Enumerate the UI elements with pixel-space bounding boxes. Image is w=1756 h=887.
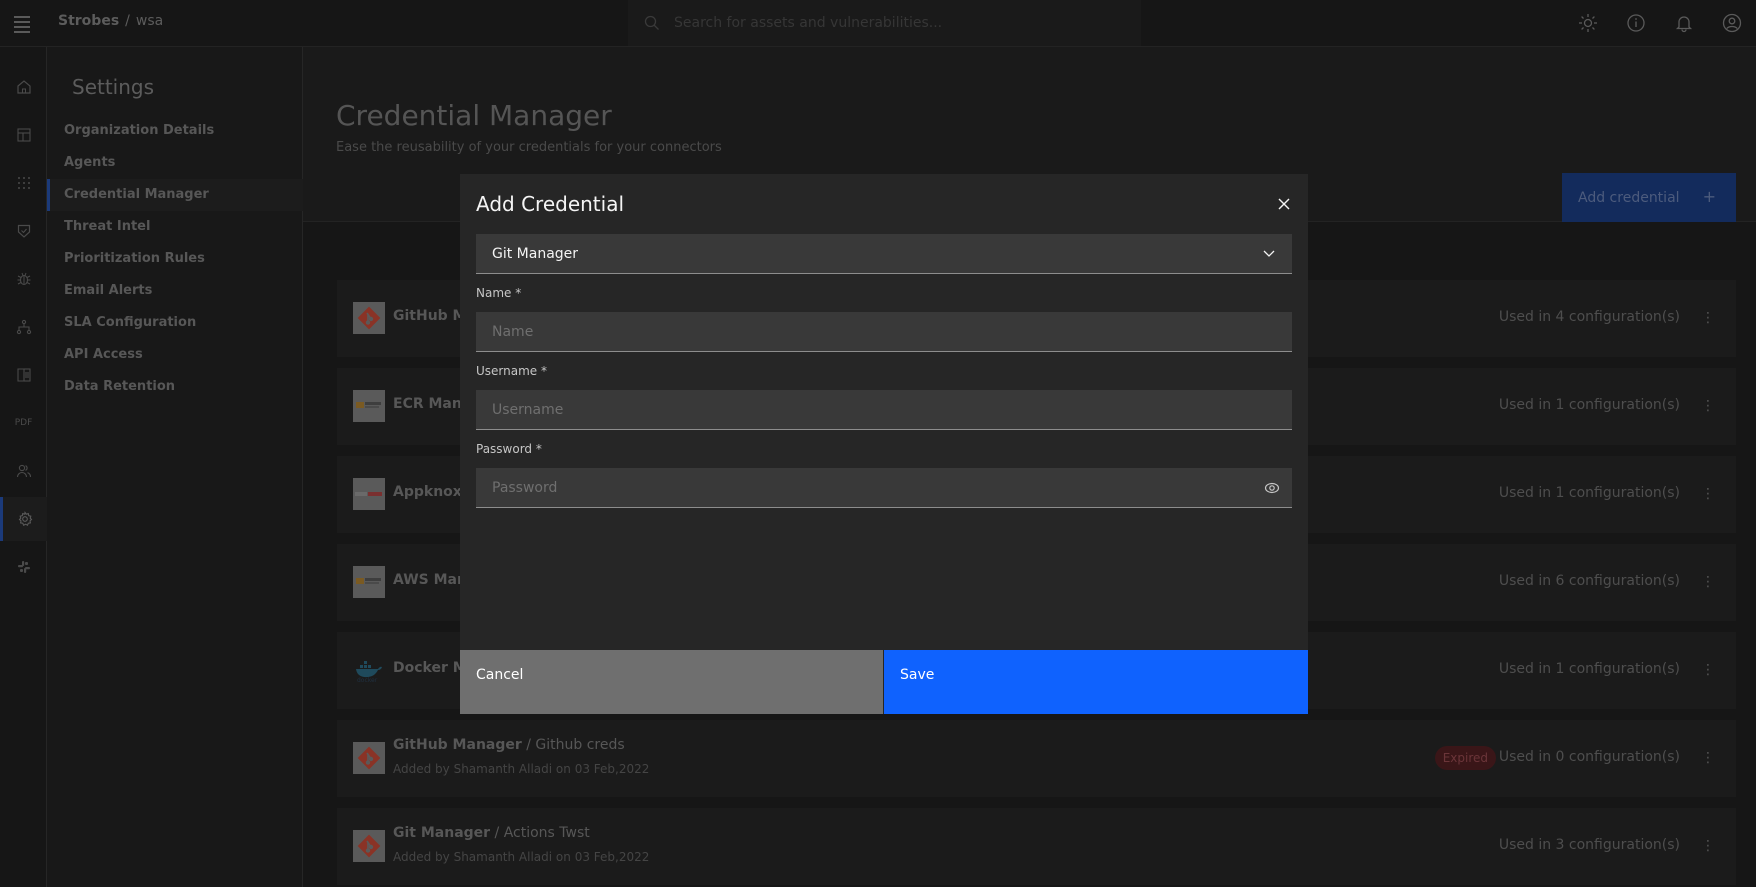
docker-logo-icon: docker bbox=[353, 654, 385, 686]
usage-count: Used in 6 configuration(s) bbox=[1498, 573, 1680, 589]
overflow-menu-icon[interactable]: ⋮ bbox=[1700, 486, 1716, 502]
brand-name[interactable]: Strobes bbox=[58, 13, 119, 29]
icon-rail: PDF bbox=[0, 47, 47, 887]
git-logo-icon bbox=[353, 830, 385, 862]
git-logo-icon bbox=[353, 742, 385, 774]
cancel-button[interactable]: Cancel bbox=[460, 650, 883, 714]
info-icon[interactable] bbox=[1612, 0, 1660, 46]
overflow-menu-icon[interactable]: ⋮ bbox=[1700, 574, 1716, 590]
usage-count: Used in 1 configuration(s) bbox=[1498, 661, 1680, 677]
credential-name: / Github creds bbox=[521, 737, 625, 753]
credential-manager: Git Manager bbox=[393, 825, 491, 841]
credential-type-select[interactable]: Git Manager bbox=[476, 234, 1292, 274]
overflow-menu-icon[interactable]: ⋮ bbox=[1700, 750, 1716, 766]
git-logo-icon bbox=[353, 302, 385, 334]
overflow-menu-icon[interactable]: ⋮ bbox=[1700, 838, 1716, 854]
usage-count: Used in 0 configuration(s) bbox=[1498, 749, 1680, 765]
apps-grid-icon[interactable] bbox=[0, 161, 47, 205]
credential-added-by: Added by Shamanth Alladi on 03 Feb,2022 bbox=[393, 850, 650, 864]
app: Strobes / wsa Search for assets and vuln… bbox=[0, 0, 1756, 887]
username-field bbox=[476, 390, 1292, 430]
credential-manager: GitHub Manager bbox=[393, 737, 522, 753]
settings-gear-icon[interactable] bbox=[0, 497, 47, 541]
home-icon[interactable] bbox=[0, 65, 47, 109]
pdf-icon[interactable]: PDF bbox=[0, 401, 47, 445]
show-password-eye-icon[interactable] bbox=[1264, 480, 1280, 496]
settings-sidebar: Settings Organization Details Agents Cre… bbox=[47, 47, 303, 887]
top-header: Strobes / wsa bbox=[0, 0, 1756, 47]
plus-icon: + bbox=[1702, 187, 1716, 206]
pdf-label: PDF bbox=[14, 418, 33, 428]
page-subtitle: Ease the reusability of your credentials… bbox=[336, 140, 722, 155]
appknox-logo-icon bbox=[353, 478, 385, 510]
search-input[interactable] bbox=[674, 0, 1114, 46]
overflow-menu-icon[interactable]: ⋮ bbox=[1700, 310, 1716, 326]
add-credential-label: Add credential bbox=[1578, 189, 1680, 206]
usage-count: Used in 3 configuration(s) bbox=[1498, 837, 1680, 853]
credential-card[interactable]: Git Manager / Actions Twst Added by Shama… bbox=[337, 808, 1736, 885]
global-search bbox=[628, 0, 1141, 46]
usage-count: Used in 1 configuration(s) bbox=[1498, 397, 1680, 413]
dashboard-icon[interactable] bbox=[0, 113, 47, 157]
usage-count: Used in 4 configuration(s) bbox=[1498, 309, 1680, 325]
password-field bbox=[476, 468, 1292, 508]
sidebar-item-sla-configuration[interactable]: SLA Configuration bbox=[47, 307, 303, 339]
breadcrumb-separator: / bbox=[125, 13, 130, 29]
sidebar-item-prioritization-rules[interactable]: Prioritization Rules bbox=[47, 243, 303, 275]
sidebar-item-credential-manager[interactable]: Credential Manager bbox=[47, 179, 303, 211]
add-credential-modal: Add Credential Git Manager Name * Userna… bbox=[460, 174, 1308, 714]
bug-icon[interactable] bbox=[0, 257, 47, 301]
search-icon bbox=[644, 15, 659, 30]
modal-title: Add Credential bbox=[476, 192, 625, 216]
usage-count: Used in 1 configuration(s) bbox=[1498, 485, 1680, 501]
credential-card[interactable]: GitHub Manager / Github creds Added by Sh… bbox=[337, 720, 1736, 797]
integrations-icon[interactable] bbox=[0, 545, 47, 589]
theme-toggle-icon[interactable] bbox=[1564, 0, 1612, 46]
save-button[interactable]: Save bbox=[884, 650, 1308, 714]
name-field bbox=[476, 312, 1292, 352]
overflow-menu-icon[interactable]: ⋮ bbox=[1700, 398, 1716, 414]
shield-check-icon[interactable] bbox=[0, 209, 47, 253]
hamburger-menu-icon[interactable] bbox=[14, 16, 30, 33]
sidebar-item-api-access[interactable]: API Access bbox=[47, 339, 303, 371]
credential-name: / Actions Twst bbox=[490, 825, 590, 841]
sidebar-item-organization-details[interactable]: Organization Details bbox=[47, 115, 303, 147]
workspace-name[interactable]: wsa bbox=[136, 13, 163, 29]
add-credential-button[interactable]: Add credential + bbox=[1562, 173, 1736, 222]
aws-logo-icon bbox=[353, 566, 385, 598]
chevron-down-icon bbox=[1263, 250, 1275, 257]
username-input[interactable] bbox=[476, 390, 1292, 429]
password-input[interactable] bbox=[476, 468, 1292, 507]
credential-type-value: Git Manager bbox=[492, 246, 579, 262]
svg-text:docker: docker bbox=[357, 677, 378, 683]
sidebar-item-email-alerts[interactable]: Email Alerts bbox=[47, 275, 303, 307]
breadcrumb: Strobes / wsa bbox=[58, 13, 163, 29]
sidebar-item-data-retention[interactable]: Data Retention bbox=[47, 371, 303, 403]
user-avatar-icon[interactable] bbox=[1708, 0, 1756, 46]
expired-badge: Expired bbox=[1434, 746, 1496, 770]
notification-bell-icon[interactable] bbox=[1660, 0, 1708, 46]
name-label: Name * bbox=[476, 286, 522, 300]
users-icon[interactable] bbox=[0, 449, 47, 493]
credential-title: GitHub Manager / Github creds bbox=[393, 737, 625, 753]
aws-logo-icon bbox=[353, 390, 385, 422]
password-label: Password * bbox=[476, 442, 542, 456]
sidebar-item-threat-intel[interactable]: Threat Intel bbox=[47, 211, 303, 243]
reports-icon[interactable] bbox=[0, 353, 47, 397]
credential-added-by: Added by Shamanth Alladi on 03 Feb,2022 bbox=[393, 762, 650, 776]
network-icon[interactable] bbox=[0, 305, 47, 349]
sidebar-item-agents[interactable]: Agents bbox=[47, 147, 303, 179]
overflow-menu-icon[interactable]: ⋮ bbox=[1700, 662, 1716, 678]
sidebar-title: Settings bbox=[72, 75, 155, 99]
username-label: Username * bbox=[476, 364, 547, 378]
close-icon[interactable] bbox=[1268, 188, 1300, 220]
credential-title: Git Manager / Actions Twst bbox=[393, 825, 590, 841]
page-title: Credential Manager bbox=[336, 99, 612, 132]
name-input[interactable] bbox=[476, 312, 1292, 351]
